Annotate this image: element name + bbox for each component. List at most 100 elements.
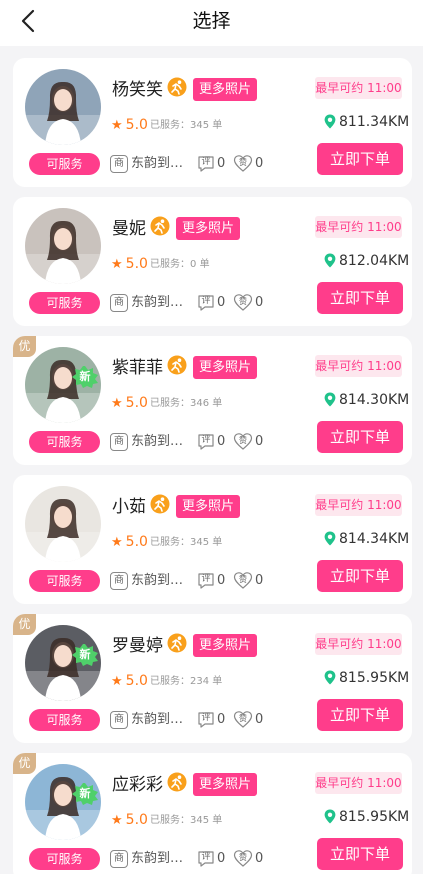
- review-icon-label: 评: [201, 296, 211, 306]
- served-count: 已服务：346 单: [150, 396, 222, 412]
- status-button[interactable]: 可服务: [29, 709, 100, 731]
- review-icon[interactable]: 评: [197, 294, 215, 312]
- served-number: 345: [190, 537, 210, 548]
- shop-name[interactable]: 东韵到…: [131, 432, 183, 452]
- review-icon[interactable]: 评: [197, 155, 215, 173]
- location-pin-icon: [324, 809, 336, 824]
- running-person-badge-icon: [150, 494, 170, 514]
- served-suffix: 单: [199, 259, 210, 270]
- review-icon[interactable]: 评: [197, 433, 215, 451]
- more-photos-button[interactable]: 更多照片: [176, 217, 241, 240]
- like-icon[interactable]: 赞: [233, 432, 253, 451]
- shop-name[interactable]: 东韵到…: [131, 571, 183, 591]
- order-now-button[interactable]: 立即下单: [317, 560, 403, 592]
- shop-name[interactable]: 东韵到…: [131, 849, 183, 869]
- more-photos-button[interactable]: 更多照片: [176, 495, 241, 518]
- shop-name[interactable]: 东韵到…: [131, 293, 183, 313]
- rating-value: 5.0: [125, 534, 148, 550]
- provider-card[interactable]: 优新罗曼婷 更多照片 ★ 5.0 已服务：234 单可服务商东韵到… 评 0 赞 0 最早可约 1…: [13, 614, 412, 743]
- served-prefix: 已服务：: [150, 120, 190, 131]
- distance: 815.95KM: [339, 809, 410, 825]
- star-icon: ★: [111, 674, 123, 689]
- like-icon-label: 赞: [239, 853, 247, 862]
- star-icon: ★: [111, 257, 123, 272]
- location-pin-icon: [324, 114, 336, 129]
- shop-name[interactable]: 东韵到…: [131, 710, 183, 730]
- more-photos-button[interactable]: 更多照片: [193, 356, 258, 379]
- order-now-button[interactable]: 立即下单: [317, 282, 403, 314]
- page-title: 选择: [192, 10, 231, 32]
- like-icon-label: 赞: [239, 436, 247, 445]
- provider-card[interactable]: 优新紫菲菲 更多照片 ★ 5.0 已服务：346 单可服务商东韵到… 评 0 赞 0 最早可约 1…: [13, 336, 412, 465]
- like-icon[interactable]: 赞: [233, 849, 253, 868]
- rating: ★ 5.0: [111, 533, 148, 551]
- new-badge-label: 新: [79, 648, 91, 661]
- review-count: 0: [217, 573, 226, 588]
- distance: 811.34KM: [339, 114, 410, 130]
- shop-name[interactable]: 东韵到…: [131, 154, 183, 174]
- provider-name: 杨笑笑: [112, 80, 163, 100]
- status-button[interactable]: 可服务: [29, 153, 100, 175]
- review-icon-label: 评: [201, 852, 211, 862]
- like-icon-label: 赞: [239, 297, 247, 306]
- location-pin-icon: [324, 670, 336, 685]
- served-prefix: 已服务：: [150, 259, 190, 270]
- review-icon[interactable]: 评: [197, 850, 215, 868]
- distance: 814.30KM: [339, 392, 410, 408]
- provider-name: 紫菲菲: [112, 358, 163, 378]
- served-number: 234: [190, 676, 210, 687]
- provider-card[interactable]: 优新应彩彩 更多照片 ★ 5.0 已服务：345 单可服务商东韵到… 评 0 赞 0 最早可约 1…: [13, 753, 412, 874]
- like-icon[interactable]: 赞: [233, 571, 253, 590]
- rating: ★ 5.0: [111, 116, 148, 134]
- review-count: 0: [217, 851, 226, 866]
- order-now-button[interactable]: 立即下单: [317, 143, 403, 175]
- shop-icon: 商: [110, 711, 128, 729]
- like-count: 0: [255, 295, 264, 310]
- served-number: 345: [190, 120, 210, 131]
- like-icon-label: 赞: [239, 158, 247, 167]
- star-icon: ★: [111, 813, 123, 828]
- premium-tag: 优: [13, 336, 36, 357]
- like-count: 0: [255, 712, 264, 727]
- avatar[interactable]: [25, 486, 101, 562]
- distance: 815.95KM: [339, 670, 410, 686]
- more-photos-button[interactable]: 更多照片: [193, 634, 258, 657]
- provider-card[interactable]: 小茹 更多照片 ★ 5.0 已服务：345 单可服务商东韵到… 评 0 赞 0 最早可约 11:0…: [13, 475, 412, 604]
- served-suffix: 单: [212, 676, 223, 687]
- like-icon-label: 赞: [239, 714, 247, 723]
- review-icon[interactable]: 评: [197, 572, 215, 590]
- served-prefix: 已服务：: [150, 537, 190, 548]
- avatar[interactable]: [25, 208, 101, 284]
- order-now-button[interactable]: 立即下单: [317, 699, 403, 731]
- new-badge-label: 新: [79, 370, 91, 383]
- shop-icon: 商: [110, 433, 128, 451]
- like-icon[interactable]: 赞: [233, 293, 253, 312]
- earliest-available-tag: 最早可约 11:00: [315, 633, 402, 655]
- provider-card[interactable]: 曼妮 更多照片 ★ 5.0 已服务：0 单可服务商东韵到… 评 0 赞 0 最早可约 11:00 8…: [13, 197, 412, 326]
- review-icon[interactable]: 评: [197, 711, 215, 729]
- status-button[interactable]: 可服务: [29, 292, 100, 314]
- served-prefix: 已服务：: [150, 398, 190, 409]
- shop-icon: 商: [110, 850, 128, 868]
- more-photos-button[interactable]: 更多照片: [193, 78, 258, 101]
- more-photos-button[interactable]: 更多照片: [193, 773, 258, 796]
- status-button[interactable]: 可服务: [29, 848, 100, 870]
- running-person-badge-icon: [167, 633, 187, 653]
- provider-name: 罗曼婷: [112, 636, 163, 656]
- like-icon[interactable]: 赞: [233, 710, 253, 729]
- premium-tag: 优: [13, 614, 36, 635]
- avatar[interactable]: [25, 69, 101, 145]
- status-button[interactable]: 可服务: [29, 570, 100, 592]
- order-now-button[interactable]: 立即下单: [317, 838, 403, 870]
- distance: 814.34KM: [339, 531, 410, 547]
- new-badge-label: 新: [79, 787, 91, 800]
- served-number: 346: [190, 398, 210, 409]
- shop-icon: 商: [110, 572, 128, 590]
- new-badge: 新: [72, 783, 98, 805]
- new-badge: 新: [72, 366, 98, 388]
- provider-card[interactable]: 杨笑笑 更多照片 ★ 5.0 已服务：345 单可服务商东韵到… 评 0 赞 0 最早可约 11:…: [13, 58, 412, 187]
- order-now-button[interactable]: 立即下单: [317, 421, 403, 453]
- shop-icon: 商: [110, 294, 128, 312]
- status-button[interactable]: 可服务: [29, 431, 100, 453]
- like-icon[interactable]: 赞: [233, 154, 253, 173]
